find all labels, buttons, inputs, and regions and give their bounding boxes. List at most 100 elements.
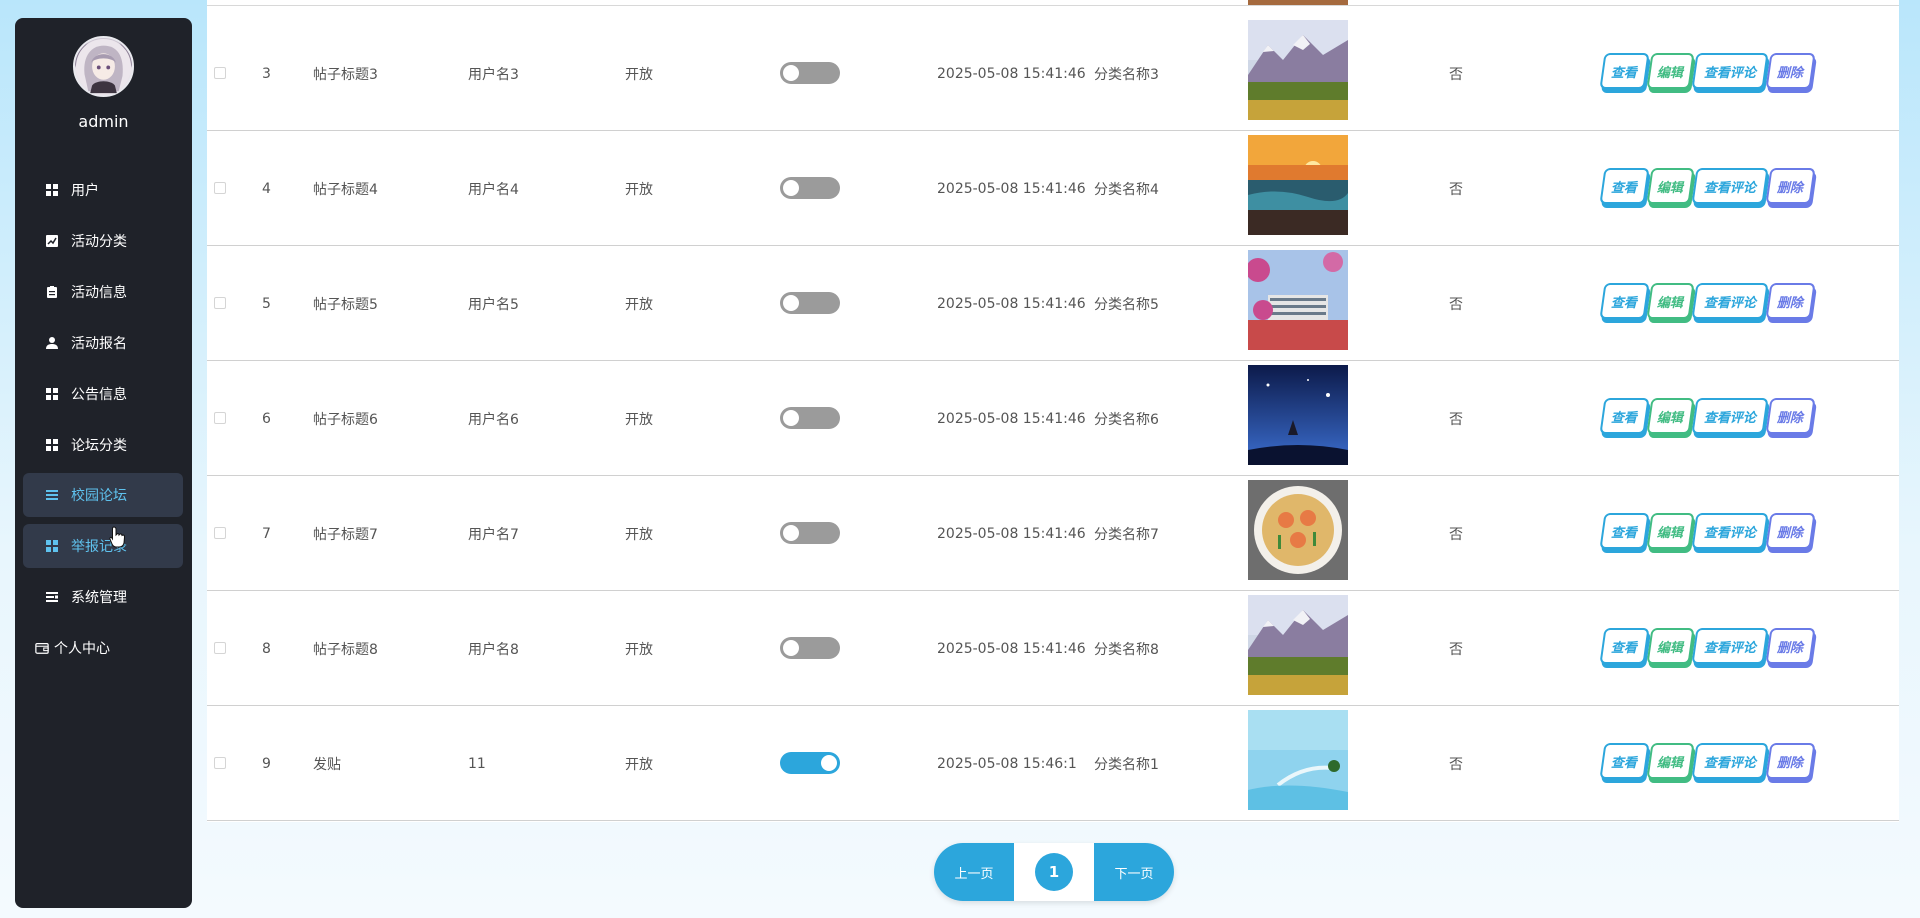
edit-button[interactable]: 编辑 [1646,398,1695,434]
view-comments-button[interactable]: 查看评论 [1691,53,1769,89]
table-row: 6 帖子标题6 用户名6 开放 2025-05-08 15:41:46 分类名称… [207,361,1899,476]
grid-icon [45,539,59,553]
row-checkbox[interactable] [214,527,226,539]
post-flag: 否 [1449,411,1463,428]
row-checkbox[interactable] [214,757,226,769]
post-image [1248,250,1348,350]
post-category: 分类名称7 [1094,526,1159,543]
delete-button[interactable]: 删除 [1765,283,1816,319]
toggle-knob [783,640,799,656]
delete-button[interactable]: 删除 [1765,513,1816,549]
view-comments-button[interactable]: 查看评论 [1691,283,1769,319]
post-title: 帖子标题7 [313,526,378,543]
row-checkbox[interactable] [214,67,226,79]
row-checkbox[interactable] [214,182,226,194]
post-flag: 否 [1449,66,1463,83]
view-button[interactable]: 查看 [1599,283,1650,319]
edit-button[interactable]: 编辑 [1646,283,1695,319]
table-row: 4 帖子标题4 用户名4 开放 2025-05-08 15:41:46 分类名称… [207,131,1899,246]
view-button-label: 查看 [1611,755,1638,771]
delete-button[interactable]: 删除 [1765,398,1816,434]
edit-button[interactable]: 编辑 [1646,628,1695,664]
post-time: 2025-05-08 15:46:1 [937,755,1077,772]
view-comments-button[interactable]: 查看评论 [1691,513,1769,549]
row-actions: 查看 编辑 查看评论 删除 [1599,513,1816,553]
post-username: 11 [468,755,486,772]
post-category: 分类名称3 [1094,66,1159,83]
next-page-button[interactable]: 下一页 [1094,843,1174,901]
avatar[interactable] [73,36,134,97]
edit-button-label: 编辑 [1657,180,1684,196]
row-checkbox[interactable] [214,297,226,309]
row-toggle-switch[interactable] [780,62,840,84]
post-time: 2025-05-08 15:41:46 [937,65,1086,82]
current-page-number[interactable]: 1 [1035,853,1073,891]
prev-page-button[interactable]: 上一页 [934,843,1014,901]
sidebar-item-label: 活动信息 [71,285,127,301]
toggle-knob [821,755,837,771]
edit-button[interactable]: 编辑 [1646,743,1695,779]
sidebar-item-9[interactable]: 个人中心 [23,626,183,670]
sidebar-item-3[interactable]: 活动报名 [23,321,183,365]
sidebar-item-label: 活动分类 [71,234,127,250]
view-button-label: 查看 [1611,525,1638,541]
delete-button[interactable]: 删除 [1765,53,1816,89]
view-button-label: 查看 [1611,65,1638,81]
view-button[interactable]: 查看 [1599,398,1650,434]
sidebar-item-2[interactable]: 活动信息 [23,270,183,314]
view-comments-button[interactable]: 查看评论 [1691,743,1769,779]
view-comments-button[interactable]: 查看评论 [1691,628,1769,664]
sidebar-item-8[interactable]: 系统管理 [23,575,183,619]
toggle-knob [783,410,799,426]
post-flag: 否 [1449,296,1463,313]
sidebar-item-4[interactable]: 公告信息 [23,372,183,416]
page-number-container: 1 [1014,843,1094,901]
list-icon [45,488,59,502]
view-comments-button-label: 查看评论 [1703,640,1756,656]
row-id: 9 [262,755,271,772]
row-toggle-switch[interactable] [780,637,840,659]
view-comments-button[interactable]: 查看评论 [1691,168,1769,204]
delete-button[interactable]: 删除 [1765,743,1816,779]
row-id: 4 [262,180,271,197]
delete-button[interactable]: 删除 [1765,628,1816,664]
table-row: 7 帖子标题7 用户名7 开放 2025-05-08 15:41:46 分类名称… [207,476,1899,591]
view-button-label: 查看 [1611,640,1638,656]
row-toggle-switch[interactable] [780,407,840,429]
edit-button[interactable]: 编辑 [1646,168,1695,204]
row-toggle-switch[interactable] [780,522,840,544]
row-checkbox[interactable] [214,642,226,654]
row-id: 6 [262,410,271,427]
post-flag: 否 [1449,641,1463,658]
sidebar-item-label: 用户 [71,183,99,199]
post-time: 2025-05-08 15:41:46 [937,295,1086,312]
post-image [1248,595,1348,695]
view-button[interactable]: 查看 [1599,513,1650,549]
post-username: 用户名4 [468,181,519,198]
edit-button[interactable]: 编辑 [1646,53,1695,89]
row-toggle-switch[interactable] [780,292,840,314]
view-button[interactable]: 查看 [1599,53,1650,89]
sidebar-item-5[interactable]: 论坛分类 [23,423,183,467]
post-category: 分类名称4 [1094,181,1159,198]
view-button[interactable]: 查看 [1599,628,1650,664]
sidebar-item-0[interactable]: 用户 [23,168,183,212]
toggle-knob [783,295,799,311]
row-toggle-switch[interactable] [780,177,840,199]
delete-button[interactable]: 删除 [1765,168,1816,204]
sidebar-item-6[interactable]: 校园论坛 [23,473,183,517]
row-checkbox[interactable] [214,412,226,424]
edit-button[interactable]: 编辑 [1646,513,1695,549]
post-status: 开放 [625,66,653,83]
view-comments-button[interactable]: 查看评论 [1691,398,1769,434]
row-toggle-switch[interactable] [780,752,840,774]
sidebar-item-7[interactable]: 举报记录 [23,524,183,568]
sliders-icon [45,590,59,604]
post-title: 帖子标题6 [313,411,378,428]
view-button[interactable]: 查看 [1599,743,1650,779]
delete-button-label: 删除 [1777,65,1804,81]
post-image [1248,710,1348,810]
post-image [1248,480,1348,580]
view-button[interactable]: 查看 [1599,168,1650,204]
sidebar-item-1[interactable]: 活动分类 [23,219,183,263]
